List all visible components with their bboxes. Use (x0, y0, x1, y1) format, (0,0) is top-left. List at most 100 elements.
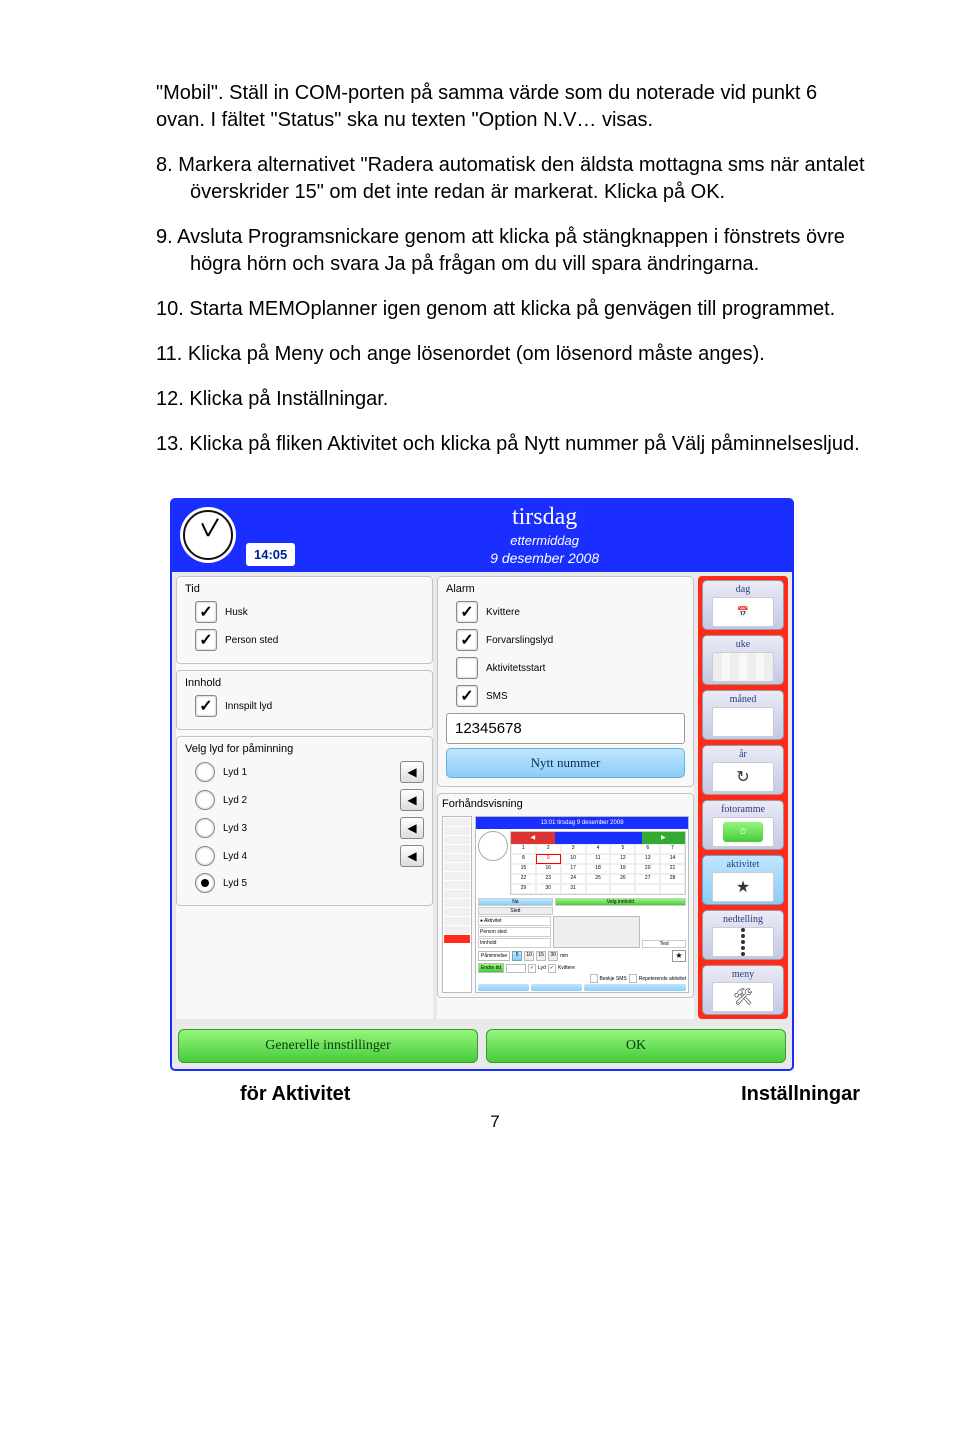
app-screenshot: 14:05 tirsdag ettermiddag 9 desember 200… (170, 498, 870, 1071)
preview-timeline (442, 816, 472, 993)
prev-bottom-btn-2 (531, 984, 582, 991)
paragraph-11: 11. Klicka på Meny och ange lösenordet (… (120, 341, 870, 368)
velg-lyd-panel: Velg lyd for påminning Lyd 1 ◀ Lyd 2 ◀ (176, 736, 433, 906)
paragraph-12: 12. Klicka på Inställningar. (120, 386, 870, 413)
month-tab-next: ▶ (642, 832, 686, 844)
preview-main: 13:01 tirsdag 9 desember 2008 ◀ ▶ (475, 816, 689, 993)
document-body: "Mobil". Ställ in COM-porten på samma vä… (120, 80, 870, 458)
kvittere-checkbox[interactable]: ✓ (456, 601, 478, 623)
prev-endre: Endre tid (478, 963, 504, 973)
meny-icon: 🛠 (712, 982, 774, 1012)
prev-test: Test (642, 940, 686, 948)
innspilt-checkbox[interactable]: ✓ (195, 695, 217, 717)
aktstart-checkbox[interactable] (456, 657, 478, 679)
alarm-panel: Alarm ✓ Kvittere ✓ Forvarslingslyd Aktiv… (437, 576, 694, 787)
lyd2-radio[interactable] (195, 790, 215, 810)
innhold-panel: Innhold ✓ Innspilt lyd (176, 670, 433, 730)
sms-checkbox[interactable]: ✓ (456, 685, 478, 707)
lyd4-radio[interactable] (195, 846, 215, 866)
lyd1-radio[interactable] (195, 762, 215, 782)
speaker-icon[interactable]: ◀ (400, 817, 424, 839)
person-label: Person sted (225, 635, 278, 646)
speaker-icon[interactable]: ◀ (400, 789, 424, 811)
lyd2-label: Lyd 2 (223, 795, 247, 806)
footer-left: för Aktivitet (240, 1083, 350, 1106)
prev-beskje: Beskje SMS (600, 976, 627, 982)
speaker-icon[interactable]: ◀ (400, 845, 424, 867)
tile-dag[interactable]: dag 📅 (702, 580, 784, 630)
prev-30: 30 (548, 951, 558, 961)
prev-15: 15 (536, 951, 546, 961)
tile-ar[interactable]: år ↻ (702, 745, 784, 795)
tile-nedtelling[interactable]: nedtelling (702, 910, 784, 960)
preview-panel: Forhåndsvisning 13:01 tirsdag 9 desember… (437, 793, 694, 998)
uke-icon (712, 652, 774, 682)
preview-calendar: 1234567 891011121314 15161718192021 2223… (511, 844, 685, 894)
footer: för Aktivitet Inställningar (120, 1083, 870, 1106)
forvars-checkbox[interactable]: ✓ (456, 629, 478, 651)
prev-bottom-btn-3 (584, 984, 686, 991)
ar-icon: ↻ (712, 762, 774, 792)
preview-bluebar: 13:01 tirsdag 9 desember 2008 (476, 817, 688, 829)
preview-title: Forhåndsvisning (442, 798, 689, 810)
tid-title: Tid (185, 583, 424, 595)
page-number: 7 (120, 1112, 870, 1132)
month-tab-prev: ◀ (511, 832, 555, 844)
tile-aktivitet[interactable]: aktivitet ★ (702, 855, 784, 905)
lyd3-label: Lyd 3 (223, 823, 247, 834)
innhold-title: Innhold (185, 677, 424, 689)
nedtelling-icon (712, 927, 774, 957)
month-tab-current (555, 832, 642, 844)
prev-innhold: Innhold (478, 938, 551, 948)
dag-icon: 📅 (712, 597, 774, 627)
husk-checkbox[interactable]: ✓ (195, 601, 217, 623)
speaker-icon[interactable]: ◀ (400, 761, 424, 783)
velg-title: Velg lyd for påminning (185, 743, 424, 755)
prev-min: min (560, 953, 568, 959)
date-label: 9 desember 2008 (305, 550, 784, 566)
tile-uke[interactable]: uke (702, 635, 784, 685)
prev-repeterende: Repeterende aktivitet (639, 976, 686, 982)
lyd5-label: Lyd 5 (223, 878, 247, 889)
lyd5-radio[interactable] (195, 873, 215, 893)
person-checkbox[interactable]: ✓ (195, 629, 217, 651)
time-display: 14:05 (246, 543, 295, 566)
prev-lyd: Lyd (538, 965, 546, 971)
paragraph-cont: "Mobil". Ställ in COM-porten på samma vä… (120, 80, 870, 134)
prev-slett: Slett (478, 907, 553, 915)
lyd4-label: Lyd 4 (223, 851, 247, 862)
innspilt-label: Innspilt lyd (225, 701, 272, 712)
alarm-title: Alarm (446, 583, 685, 595)
tile-foto[interactable]: fotoramme ⏱ (702, 800, 784, 850)
header-bar: 14:05 tirsdag ettermiddag 9 desember 200… (172, 500, 792, 572)
footer-right: Inställningar (741, 1083, 860, 1106)
forvars-label: Forvarslingslyd (486, 635, 553, 646)
generelle-button[interactable]: Generelle innstillinger (178, 1029, 478, 1063)
ok-button[interactable]: OK (486, 1029, 786, 1063)
paragraph-10: 10. Starta MEMOplanner igen genom att kl… (120, 296, 870, 323)
nytt-nummer-button[interactable]: Nytt nummer (446, 748, 685, 778)
prev-velg: Velg innhold (555, 898, 686, 906)
husk-label: Husk (225, 607, 248, 618)
maned-icon (712, 707, 774, 737)
aktivitet-icon: ★ (712, 872, 774, 902)
paragraph-8: 8. Markera alternativet "Radera automati… (120, 152, 870, 206)
prev-5: 5 (512, 951, 522, 961)
lyd1-label: Lyd 1 (223, 767, 247, 778)
prev-10: 10 (524, 951, 534, 961)
preview-clock-icon (478, 831, 508, 861)
lyd3-radio[interactable] (195, 818, 215, 838)
phone-number-input[interactable]: 12345678 (446, 713, 685, 744)
tile-maned[interactable]: måned (702, 690, 784, 740)
prev-kvittere: Kvittere (558, 965, 575, 971)
tile-meny[interactable]: meny 🛠 (702, 965, 784, 1015)
prev-aktivitet: Aktivitet (484, 918, 502, 924)
paragraph-9: 9. Avsluta Programsnickare genom att kli… (120, 224, 870, 278)
tid-panel: Tid ✓ Husk ✓ Person sted (176, 576, 433, 664)
paragraph-13: 13. Klicka på fliken Aktivitet och klick… (120, 431, 870, 458)
fotoramme-icon: ⏱ (712, 817, 774, 847)
daypart-label: ettermiddag (305, 533, 784, 548)
aktstart-label: Aktivitetsstart (486, 663, 545, 674)
kvittere-label: Kvittere (486, 607, 520, 618)
prev-bottom-btn-1 (478, 984, 529, 991)
